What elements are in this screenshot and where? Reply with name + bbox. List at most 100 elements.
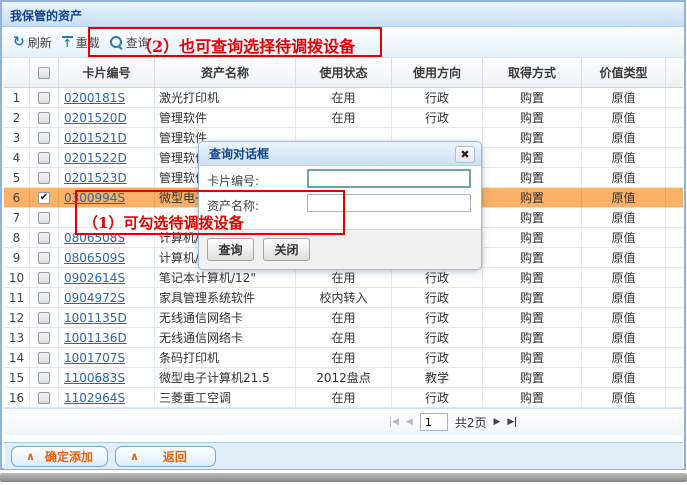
dialog-close-text-button[interactable]: 关闭 (263, 238, 310, 261)
row-checkbox[interactable] (38, 172, 50, 184)
sliver-cell (666, 128, 683, 147)
grid-header: 卡片编号 资产名称 使用状态 使用方向 取得方式 价值类型 (4, 58, 683, 88)
last-page-icon[interactable]: ▶ (507, 417, 516, 427)
sliver-cell (666, 108, 683, 127)
card-number-link[interactable]: 1001707S (64, 351, 125, 365)
table-row[interactable]: 141001707S条码打印机在用行政购置原值 (4, 348, 683, 368)
asset-window: 我保管的资产 ↻ 刷新 ↑ 重载 查询 卡片编号 资产名称 (0, 0, 687, 485)
refresh-icon: ↻ (13, 36, 25, 48)
card-number-link[interactable]: 0201522D (64, 151, 127, 165)
select-all-checkbox[interactable] (38, 67, 50, 79)
row-checkbox[interactable] (38, 92, 50, 104)
row-checkbox-cell (30, 268, 59, 287)
method-cell: 购置 (483, 288, 582, 307)
sliver-cell (666, 368, 683, 387)
search-button[interactable]: 查询 (105, 31, 155, 54)
table-row[interactable]: 10200181S激光打印机在用行政购置原值 (4, 88, 683, 108)
row-checkbox[interactable] (38, 132, 50, 144)
toolbar: ↻ 刷新 ↑ 重载 查询 (2, 27, 684, 58)
row-checkbox[interactable] (38, 392, 50, 404)
row-checkbox[interactable]: ✔ (38, 192, 50, 204)
status-cell: 在用 (296, 348, 392, 367)
row-number: 5 (4, 168, 30, 187)
row-checkbox[interactable] (38, 232, 50, 244)
dialog-close-button[interactable]: ✖ (455, 146, 475, 163)
table-row[interactable]: 110904972S家具管理系统软件校内转入行政购置原值 (4, 288, 683, 308)
row-checkbox[interactable] (38, 372, 50, 384)
method-cell: 购置 (483, 388, 582, 407)
header-name[interactable]: 资产名称 (155, 58, 296, 87)
asset-name-cell: 笔记本计算机/12" (155, 268, 296, 287)
row-number: 8 (4, 228, 30, 247)
row-checkbox[interactable] (38, 312, 50, 324)
card-number-link[interactable]: 1100683S (64, 371, 125, 385)
status-cell: 在用 (296, 388, 392, 407)
first-page-icon[interactable]: ◀ (390, 417, 399, 427)
card-number-cell: 1001135D (59, 308, 155, 327)
card-number-input[interactable] (307, 169, 471, 188)
dialog-query-button[interactable]: 查询 (207, 238, 254, 261)
card-number-link[interactable]: 0201521D (64, 131, 127, 145)
prev-page-icon[interactable]: ◀ (406, 417, 413, 427)
method-cell: 购置 (483, 188, 582, 207)
card-number-link[interactable]: 0806508S (64, 231, 125, 245)
reload-button[interactable]: ↑ 重载 (57, 31, 105, 54)
table-row[interactable]: 20201520D管理软件在用行政购置原值 (4, 108, 683, 128)
method-cell: 购置 (483, 108, 582, 127)
row-number: 12 (4, 308, 30, 327)
card-number-cell: 1001136D (59, 328, 155, 347)
card-number-link[interactable]: 1001136D (64, 331, 127, 345)
card-number-link[interactable]: 0201523D (64, 171, 127, 185)
header-direction[interactable]: 使用方向 (392, 58, 483, 87)
row-checkbox[interactable] (38, 292, 50, 304)
value-type-cell: 原值 (582, 248, 666, 267)
card-number-link[interactable]: 0902614S (64, 271, 125, 285)
header-status[interactable]: 使用状态 (296, 58, 392, 87)
back-button[interactable]: ∧ 返回 (115, 446, 216, 467)
card-number-link[interactable]: 1001135D (64, 311, 127, 325)
header-value-type[interactable]: 价值类型 (582, 58, 666, 87)
value-type-cell: 原值 (582, 208, 666, 227)
row-checkbox[interactable] (38, 352, 50, 364)
query-dialog: 查询对话框 ✖ 卡片编号: 资产名称: 查询 关闭 (198, 141, 482, 270)
row-checkbox[interactable] (38, 212, 50, 224)
asset-name-cell: 无线通信网络卡 (155, 328, 296, 347)
card-number-cell: 0300994S (59, 188, 155, 207)
card-number-link[interactable]: 0904972S (64, 291, 125, 305)
table-row[interactable]: 151100683S微型电子计算机21.52012盘点教学购置原值 (4, 368, 683, 388)
card-number-link[interactable]: 0300994S (64, 191, 125, 205)
confirm-add-button[interactable]: ∧ 确定添加 (11, 446, 108, 467)
direction-cell: 行政 (392, 348, 483, 367)
method-cell: 购置 (483, 268, 582, 287)
card-number-link[interactable]: 0200181S (64, 91, 125, 105)
row-checkbox[interactable] (38, 252, 50, 264)
header-method[interactable]: 取得方式 (483, 58, 582, 87)
header-card[interactable]: 卡片编号 (59, 58, 155, 87)
row-checkbox[interactable] (38, 112, 50, 124)
row-checkbox[interactable] (38, 152, 50, 164)
card-number-link[interactable]: 0806509S (64, 251, 125, 265)
table-row[interactable]: 100902614S笔记本计算机/12"在用行政购置原值 (4, 268, 683, 288)
card-number-link[interactable]: 0201520D (64, 111, 127, 125)
direction-cell: 行政 (392, 268, 483, 287)
status-cell: 2012盘点 (296, 368, 392, 387)
row-checkbox-cell (30, 208, 59, 227)
row-checkbox[interactable] (38, 332, 50, 344)
table-row[interactable]: 121001135D无线通信网络卡在用行政购置原值 (4, 308, 683, 328)
table-row[interactable]: 131001136D无线通信网络卡在用行政购置原值 (4, 328, 683, 348)
row-checkbox-cell: ✔ (30, 188, 59, 207)
method-cell: 购置 (483, 208, 582, 227)
dialog-title[interactable]: 查询对话框 (199, 142, 481, 166)
row-checkbox[interactable] (38, 272, 50, 284)
card-number-cell: 0200181S (59, 88, 155, 107)
back-label: 返回 (149, 448, 201, 465)
sliver-cell (666, 88, 683, 107)
card-number-link[interactable]: 1102964S (64, 391, 125, 405)
page-number-input[interactable] (420, 413, 448, 431)
next-page-icon[interactable]: ▶ (493, 417, 500, 427)
table-row[interactable]: 161102964S三菱重工空调在用行政购置原值 (4, 388, 683, 408)
card-number-cell: 0902614S (59, 268, 155, 287)
sliver-cell (666, 288, 683, 307)
asset-name-input[interactable] (307, 194, 471, 212)
refresh-button[interactable]: ↻ 刷新 (8, 31, 57, 54)
